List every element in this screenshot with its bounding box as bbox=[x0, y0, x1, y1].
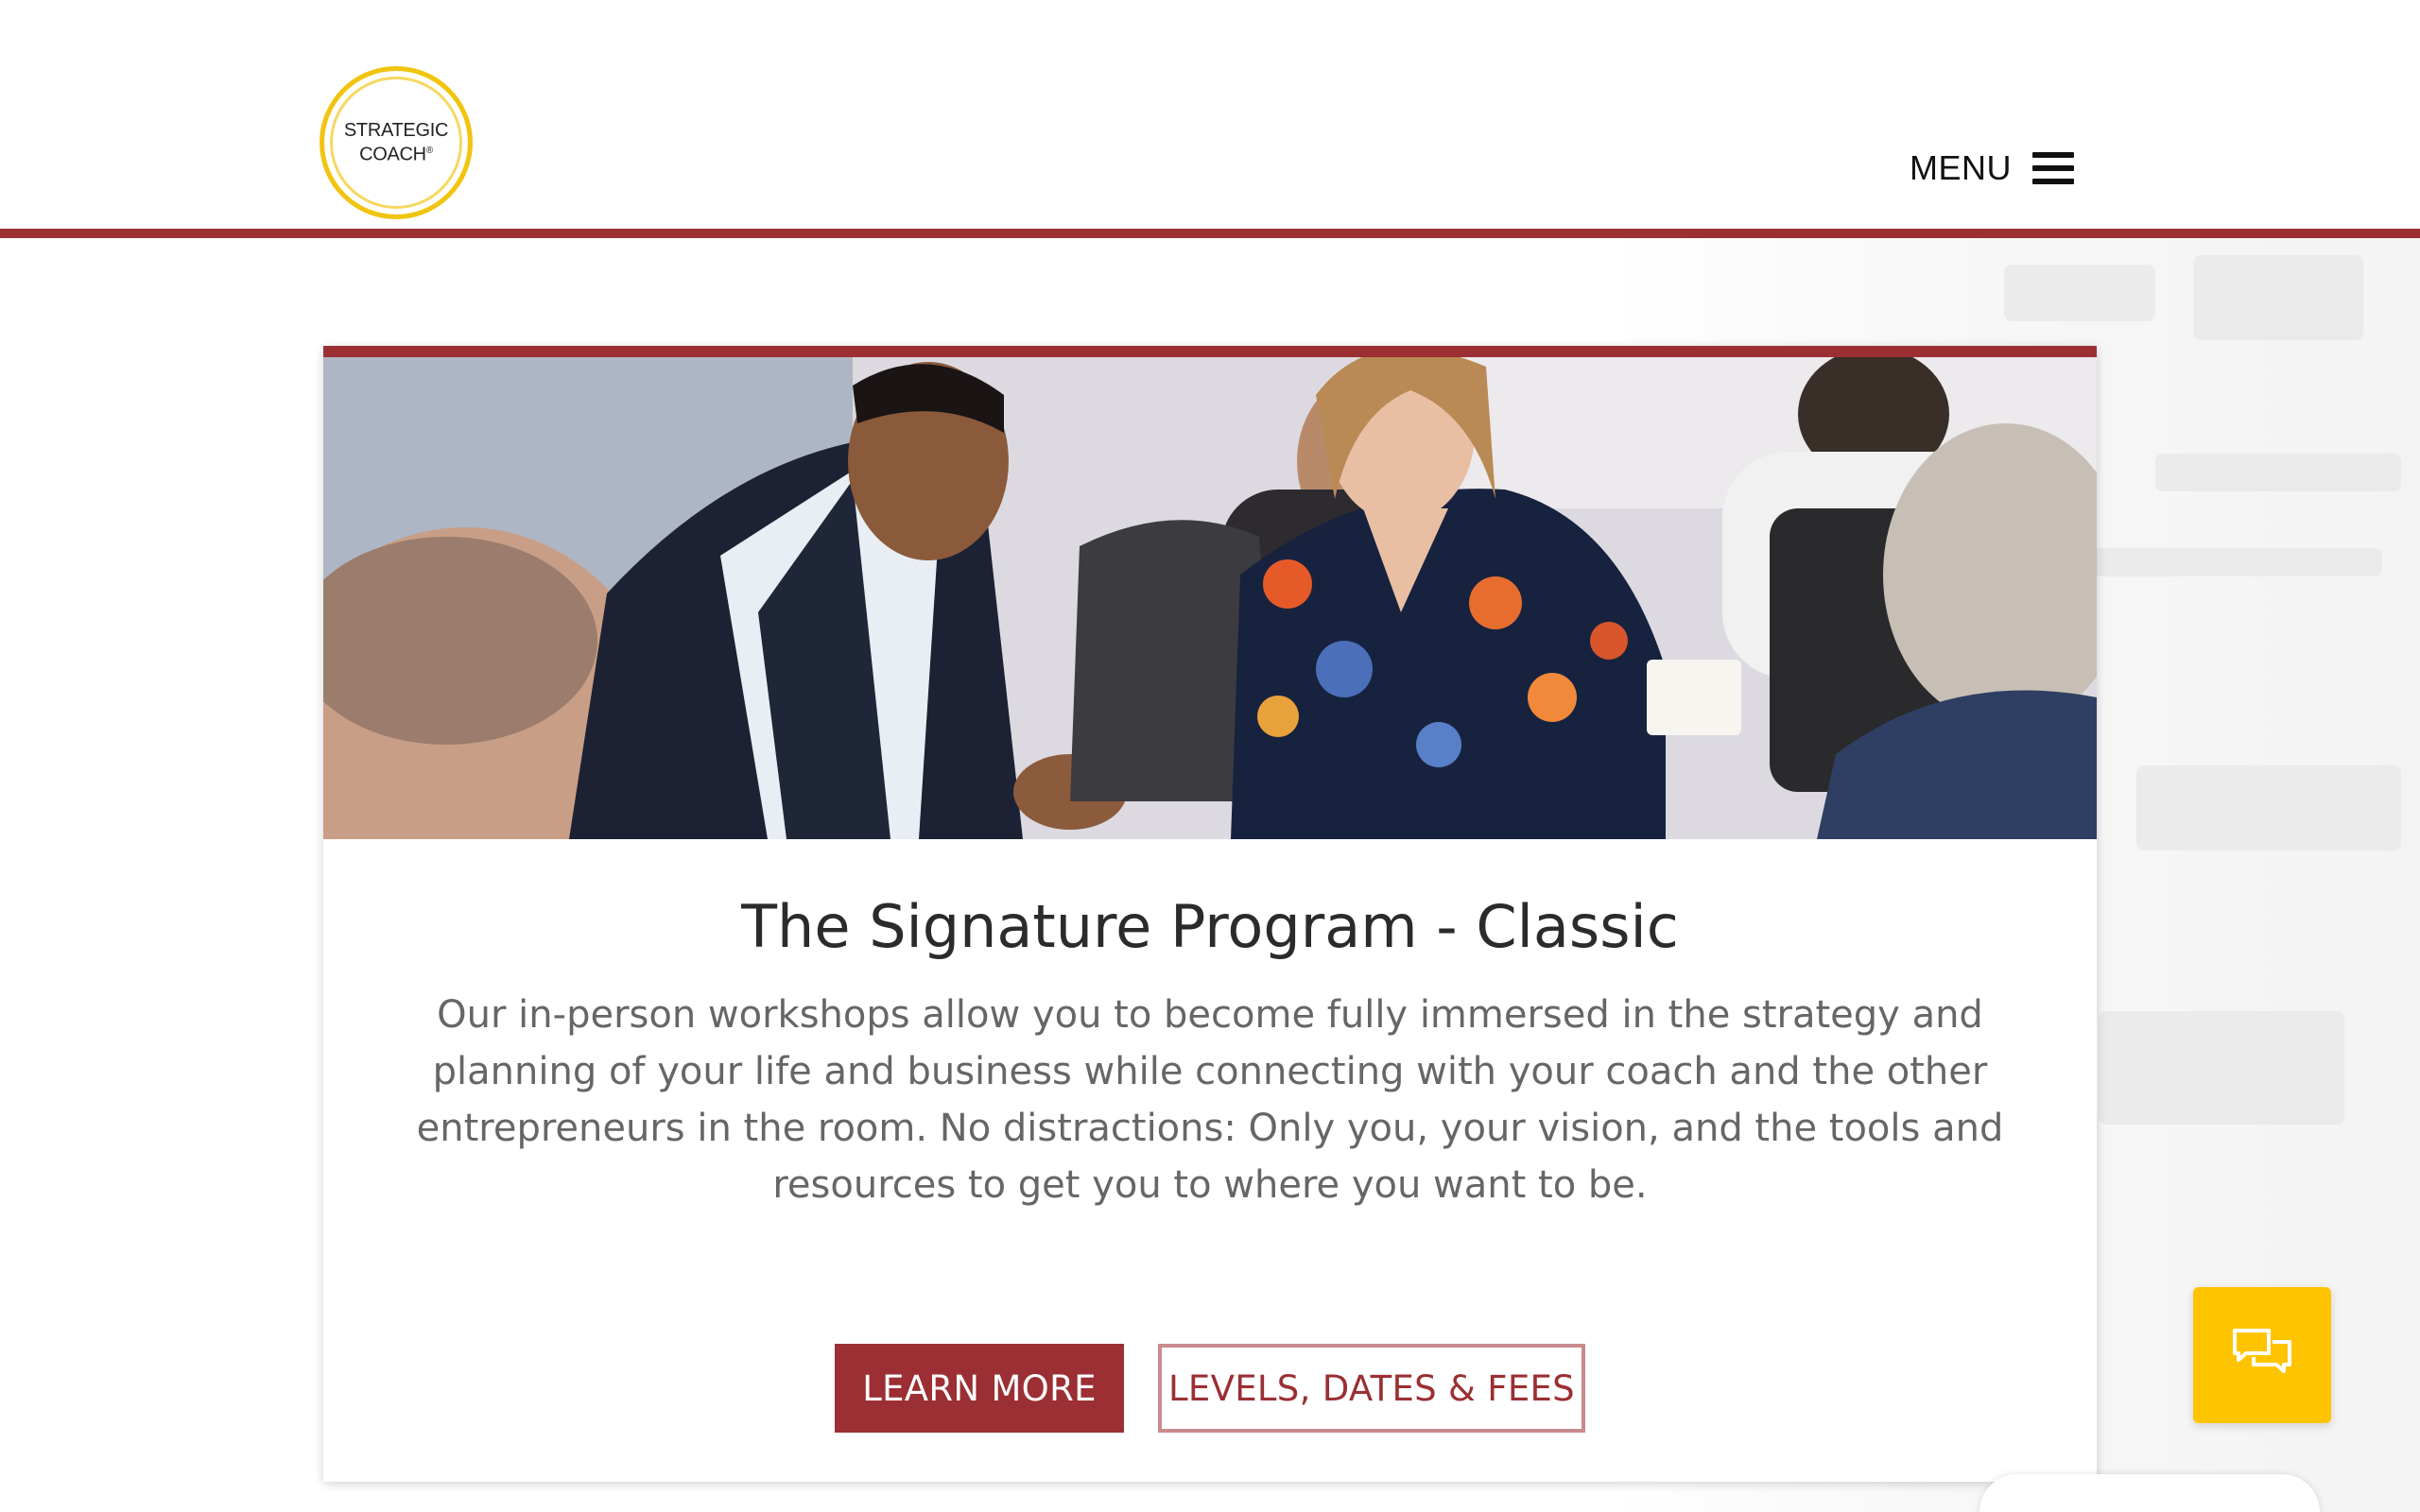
hamburger-icon bbox=[2032, 152, 2074, 184]
workshop-photo-illustration bbox=[323, 357, 2097, 839]
learn-more-button[interactable]: LEARN MORE bbox=[835, 1344, 1124, 1433]
page: STRATEGIC COACH® MENU The Signature Prog… bbox=[0, 0, 2420, 1512]
chat-widget-button[interactable] bbox=[2193, 1287, 2331, 1423]
chat-bubbles-icon bbox=[2233, 1329, 2291, 1373]
logo-text-line2: COACH® bbox=[359, 141, 433, 165]
program-card: The Signature Program - Classic Our in-p… bbox=[323, 346, 2097, 1482]
levels-dates-fees-button[interactable]: LEVELS, DATES & FEES bbox=[1158, 1344, 1585, 1433]
program-title: The Signature Program - Classic bbox=[741, 892, 1679, 961]
floating-pill[interactable] bbox=[1979, 1474, 2320, 1512]
program-description: Our in-person workshops allow you to bec… bbox=[416, 993, 2004, 1207]
logo-word: COACH bbox=[359, 144, 426, 165]
registered-mark: ® bbox=[425, 145, 433, 156]
logo-text-line1: STRATEGIC bbox=[343, 119, 449, 141]
card-actions: LEARN MORE LEVELS, DATES & FEES bbox=[323, 1344, 2097, 1433]
site-header: STRATEGIC COACH® MENU bbox=[0, 0, 2420, 238]
menu-label: MENU bbox=[1910, 148, 2012, 187]
menu-button[interactable]: MENU bbox=[1910, 142, 2074, 195]
strategic-coach-logo[interactable]: STRATEGIC COACH® bbox=[320, 66, 473, 219]
hero-photo bbox=[323, 357, 2097, 839]
